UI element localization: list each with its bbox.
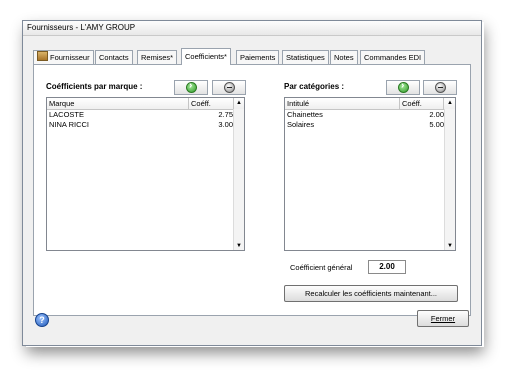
window-title: Fournisseurs - L'AMY GROUP xyxy=(27,23,136,32)
table-row[interactable]: NINA RICCI 3.00 xyxy=(47,120,233,130)
tab-label: Statistiques xyxy=(286,53,325,62)
tab-label: Paiements xyxy=(240,53,276,62)
category-section-label: Par catégories : xyxy=(284,82,345,91)
tab-label: Remises* xyxy=(141,53,174,62)
add-category-button[interactable] xyxy=(386,80,420,95)
supplier-icon xyxy=(37,51,48,61)
close-button-label: Fermer xyxy=(430,314,456,323)
close-button[interactable]: Fermer xyxy=(417,310,469,327)
tab-label: Notes xyxy=(334,53,354,62)
tab-label: Fournisseur xyxy=(50,53,90,62)
category-list-header: Intitulé Coéff. ▲ xyxy=(285,98,455,110)
brand-coef: 3.00 xyxy=(218,120,233,129)
col-intitule[interactable]: Intitulé xyxy=(285,98,400,109)
tab-label: Coefficients* xyxy=(185,52,227,61)
remove-grey-icon xyxy=(224,82,235,93)
category-name: Chainettes xyxy=(287,110,323,119)
coefficients-panel: Coéfficients par marque : Marque Coéff. … xyxy=(33,64,471,316)
remove-grey-icon xyxy=(435,82,446,93)
brand-section-label: Coéfficients par marque : xyxy=(46,82,143,91)
brand-coef: 2.75 xyxy=(218,110,233,119)
table-row[interactable]: Solaires 5.00 xyxy=(285,120,444,130)
general-coef-field[interactable]: 2.00 xyxy=(368,260,406,274)
tab-statistiques[interactable]: Statistiques xyxy=(282,50,329,64)
tab-contacts[interactable]: Contacts xyxy=(95,50,133,64)
add-brand-button[interactable] xyxy=(174,80,208,95)
tab-coefficients[interactable]: Coefficients* xyxy=(181,48,231,65)
col-marque[interactable]: Marque xyxy=(47,98,189,109)
category-coef: 2.00 xyxy=(429,110,444,119)
col-coef[interactable]: Coéff. xyxy=(189,98,234,109)
col-coef[interactable]: Coéff. xyxy=(400,98,444,109)
title-bar: Fournisseurs - L'AMY GROUP xyxy=(23,21,481,36)
category-name: Solaires xyxy=(287,120,315,129)
table-row[interactable]: Chainettes 2.00 xyxy=(285,110,444,120)
brand-list-header: Marque Coéff. ▲ xyxy=(47,98,244,110)
add-green-icon xyxy=(186,80,197,93)
brand-list-scrollbar[interactable]: ▼ xyxy=(233,109,244,250)
category-coef: 5.00 xyxy=(429,120,444,129)
help-icon[interactable]: ? xyxy=(35,313,49,327)
category-list-scrollbar[interactable]: ▼ xyxy=(444,109,455,250)
tab-label: Commandes EDI xyxy=(364,53,422,62)
tab-commandes-edi[interactable]: Commandes EDI xyxy=(360,50,426,64)
brand-list[interactable]: Marque Coéff. ▲ LACOSTE 2.75 NINA RICCI … xyxy=(46,97,245,251)
scroll-down-icon[interactable]: ▼ xyxy=(236,243,242,249)
brand-name: LACOSTE xyxy=(49,110,85,119)
tab-notes[interactable]: Notes xyxy=(330,50,358,64)
sort-up-icon: ▲ xyxy=(236,100,242,106)
brand-name: NINA RICCI xyxy=(49,120,90,129)
recalc-button[interactable]: Recalculer les coéfficients maintenant..… xyxy=(284,285,458,302)
tab-fournisseur[interactable]: Fournisseur xyxy=(33,50,94,64)
remove-category-button[interactable] xyxy=(423,80,457,95)
supplier-window: Fournisseurs - L'AMY GROUP Fournisseur C… xyxy=(22,20,482,346)
tab-label: Contacts xyxy=(99,53,129,62)
category-list[interactable]: Intitulé Coéff. ▲ Chainettes 2.00 Solair… xyxy=(284,97,456,251)
table-row[interactable]: LACOSTE 2.75 xyxy=(47,110,233,120)
tab-paiements[interactable]: Paiements xyxy=(236,50,280,64)
remove-brand-button[interactable] xyxy=(212,80,246,95)
sort-up-icon: ▲ xyxy=(447,100,453,106)
add-green-icon xyxy=(398,80,409,93)
scroll-down-icon[interactable]: ▼ xyxy=(447,243,453,249)
tab-remises[interactable]: Remises* xyxy=(137,50,178,64)
general-coef-label: Coéfficient général xyxy=(290,263,353,272)
